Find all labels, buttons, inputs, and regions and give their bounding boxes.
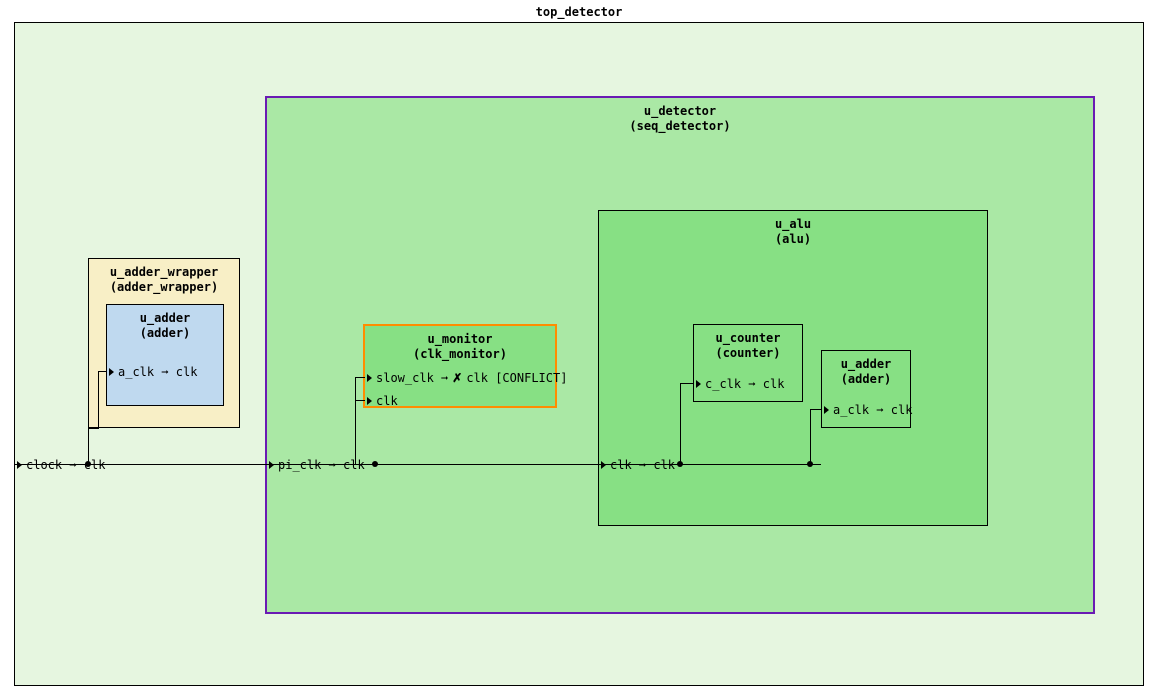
wire [355,400,365,401]
port-counter: c_clk ➞ clk [696,377,784,391]
port-marker-icon [696,380,701,388]
port-monitor-clk: clk [367,394,398,408]
wire [355,377,365,378]
wire [98,371,106,372]
block-title: u_adder(adder) [107,311,223,341]
port-monitor-slowclk: slow_clk ➞ ✗ clk [CONFLICT] [367,371,567,385]
port-label: a_clk ➞ clk [118,365,197,379]
port-label: pi_clk ➞ clk [278,458,365,472]
wire [810,409,811,464]
port-marker-icon [367,397,372,405]
block-title: u_counter(counter) [694,331,802,361]
block-title: u_alu(alu) [599,217,987,247]
port-top-clock: clock ➞ clk [17,458,105,472]
port-marker-icon [601,461,606,469]
port-label: clk [376,394,398,408]
port-marker-icon [17,461,22,469]
wire [680,383,681,464]
conflict-x-icon: ✗ [452,371,462,385]
port-detector: pi_clk ➞ clk [269,458,365,472]
port-marker-icon [824,406,829,414]
wire [15,464,821,465]
port-marker-icon [269,461,274,469]
wire [88,428,99,429]
block-adder-inner[interactable]: u_adder(adder) [106,304,224,406]
wire [88,428,89,464]
port-label: slow_clk ➞ [376,371,448,385]
port-adder2: a_clk ➞ clk [824,403,912,417]
block-title: u_adder(adder) [822,357,910,387]
port-marker-icon [367,374,372,382]
port-label: a_clk ➞ clk [833,403,912,417]
port-label: c_clk ➞ clk [705,377,784,391]
wire [355,464,375,465]
wire [680,383,694,384]
port-label: clock ➞ clk [26,458,105,472]
port-adder-inner: a_clk ➞ clk [109,365,197,379]
port-label: clk ➞ clk [610,458,675,472]
block-title: u_monitor(clk_monitor) [365,332,555,362]
wire [98,371,99,428]
wire-junction-icon [85,461,91,467]
block-title: u_adder_wrapper(adder_wrapper) [89,265,239,295]
block-title: u_detector(seq_detector) [267,104,1093,134]
wire [355,377,356,464]
block-title: top_detector [15,5,1143,20]
port-label-right: clk [CONFLICT] [466,371,567,385]
port-alu: clk ➞ clk [601,458,675,472]
wire-junction-icon [807,461,813,467]
wire [810,409,822,410]
port-marker-icon [109,368,114,376]
